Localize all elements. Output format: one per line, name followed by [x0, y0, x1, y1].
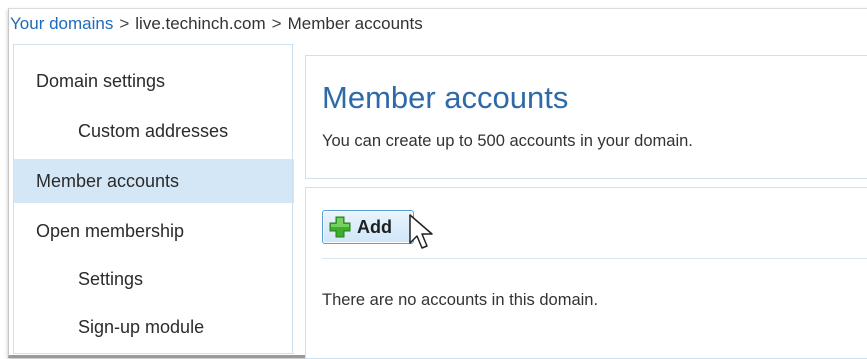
breadcrumb-domain-link[interactable]: live.techinch.com — [135, 14, 265, 33]
breadcrumb-current: Member accounts — [287, 14, 423, 33]
divider — [322, 258, 867, 259]
sidebar-item-custom-addresses[interactable]: Custom addresses — [14, 109, 294, 153]
plus-icon — [329, 216, 351, 238]
sidebar-divider — [292, 44, 293, 354]
empty-state-message: There are no accounts in this domain. — [322, 291, 599, 309]
header-panel: Member accounts You can create up to 500… — [305, 55, 867, 179]
sidebar-item-open-membership[interactable]: Open membership — [14, 209, 294, 253]
page-title: Member accounts — [322, 80, 569, 115]
sidebar-nav: Domain settings Custom addresses Member … — [13, 44, 294, 354]
breadcrumb-separator: > — [271, 14, 282, 33]
add-button-label: Add — [357, 216, 392, 237]
sidebar-item-sign-up-module[interactable]: Sign-up module — [14, 305, 294, 349]
add-account-button[interactable]: Add — [322, 210, 414, 244]
sidebar-item-settings[interactable]: Settings — [14, 257, 294, 301]
accounts-panel: Add There are no accounts in this domain… — [305, 187, 867, 359]
sidebar-item-member-accounts[interactable]: Member accounts — [14, 159, 294, 203]
page-description: You can create up to 500 accounts in you… — [322, 132, 693, 150]
breadcrumb-separator: > — [119, 14, 130, 33]
sidebar-item-domain-settings[interactable]: Domain settings — [14, 59, 294, 103]
mouse-pointer-icon — [409, 214, 433, 249]
breadcrumb: Your domains > live.techinch.com > Member ac… — [10, 14, 423, 34]
breadcrumb-your-domains-link[interactable]: Your domains — [10, 14, 113, 33]
